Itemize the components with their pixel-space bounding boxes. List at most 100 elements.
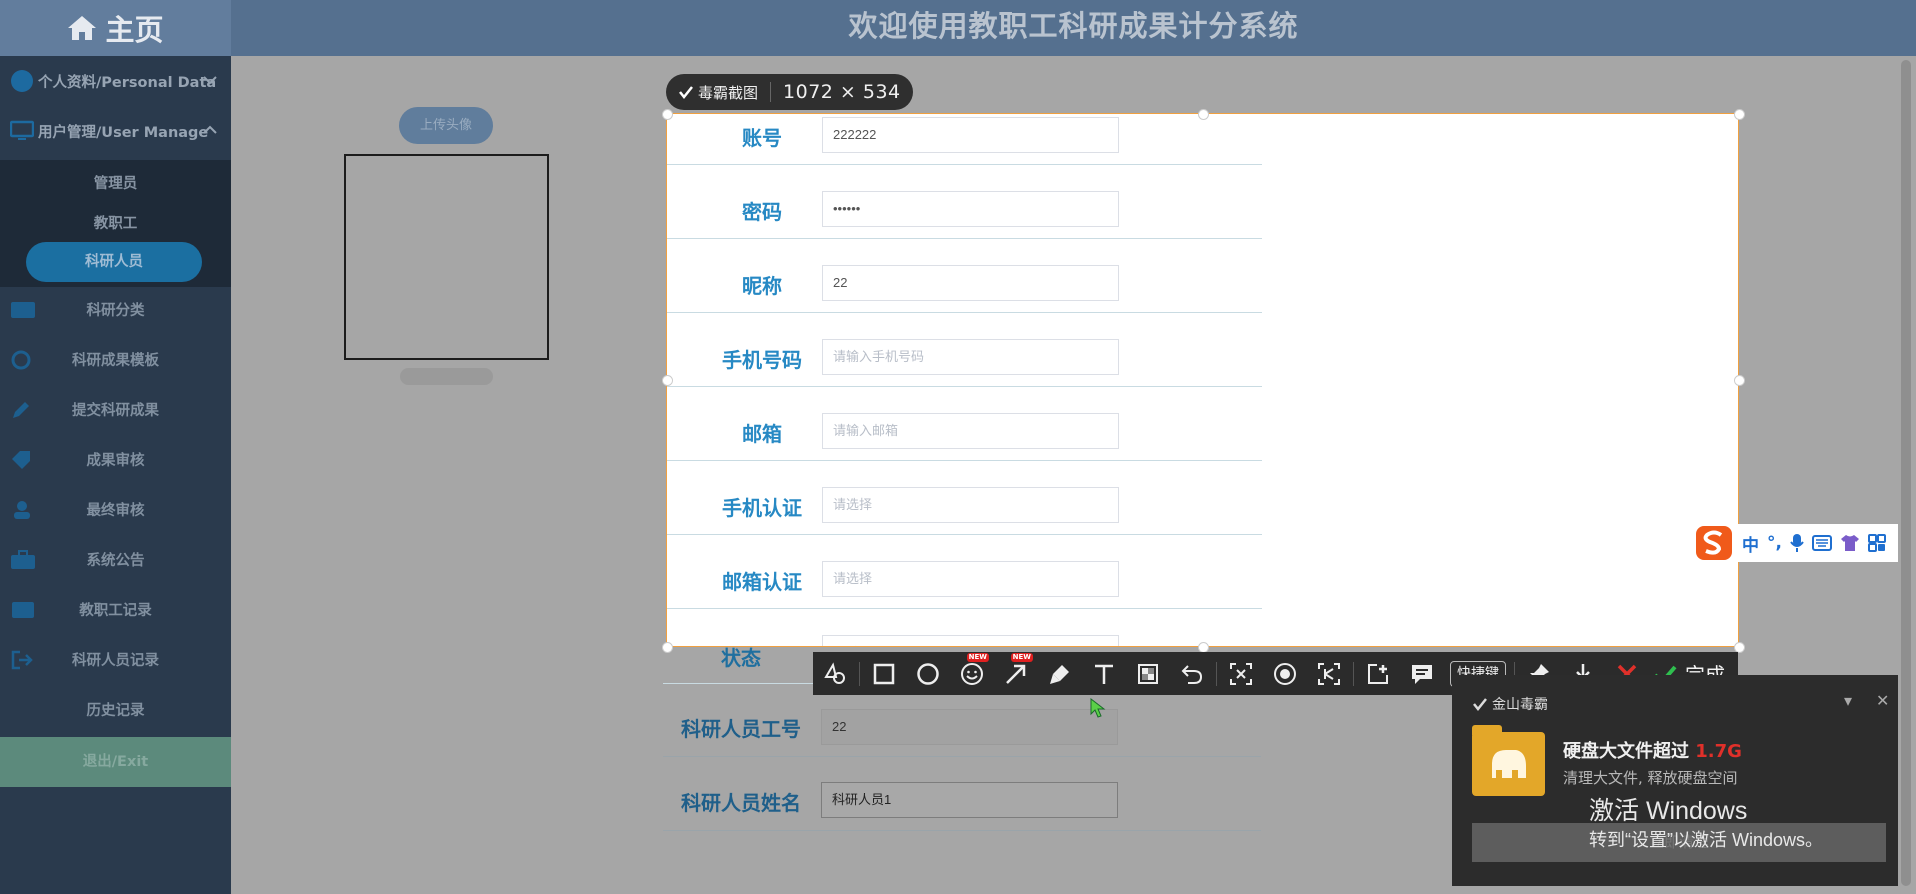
skin-icon[interactable] [1840,534,1860,552]
brush-tool-button[interactable] [1038,652,1082,695]
sidebar-item-exit[interactable]: 退出/Exit [0,737,231,787]
long-screenshot-button[interactable] [1307,652,1351,695]
microphone-icon[interactable] [1790,533,1804,553]
emoji-icon [961,662,983,685]
sidebar-item-template[interactable]: 科研成果模板 [0,336,231,386]
account-field[interactable]: 222222 [822,117,1119,153]
chevron-down-icon [203,73,217,89]
submenu-item-staff[interactable]: 教职工 [0,212,231,233]
sidebar-item-review[interactable]: 成果审核 [0,436,231,486]
row-divider [667,534,1262,535]
sidebar-item-history[interactable]: 历史记录 [0,686,231,736]
undo-icon [1181,664,1203,684]
id-card-icon [10,299,36,321]
researcher-id-field[interactable]: 22 [821,709,1118,745]
sidebar-personal-data-label: 个人资料/Personal Data [38,74,217,91]
sidebar-item-submit[interactable]: 提交科研成果 [0,386,231,436]
status-select[interactable]: 正常 [822,635,1119,646]
resize-handle[interactable] [1198,109,1209,120]
folder-icon [1472,725,1545,796]
keyboard-icon[interactable] [1811,535,1832,551]
sidebar-item-researcher-records[interactable]: 科研人员记录 [0,636,231,686]
sidebar-item-announcement[interactable]: 系统公告 [0,536,231,586]
ocr-icon [1230,662,1252,685]
shape-icon [824,661,845,684]
duba-logo-icon [1473,698,1487,712]
sidebar-item-label: 系统公告 [86,553,145,569]
phone-verify-select[interactable]: 请选择 [822,487,1119,523]
sidebar-item-label: 提交科研成果 [72,403,159,419]
toolbox-icon[interactable] [1867,534,1886,552]
ocr-button[interactable] [1219,652,1263,695]
upload-avatar-button[interactable]: 上传头像 [399,107,493,144]
notification-title: 金山毒霸 [1472,694,1548,714]
mosaic-tool-button[interactable] [1126,652,1170,695]
email-verify-select[interactable]: 请选择 [822,561,1119,597]
label-phone-verify: 手机认证 [722,496,802,520]
submenu-item-researcher[interactable]: 科研人员 [26,242,202,282]
text-tool-button[interactable] [1082,652,1126,695]
sidebar-item-category[interactable]: 科研分类 [0,286,231,336]
windows-activation-title: 激活 Windows [1589,797,1748,825]
duba-notification: 金山毒霸 ▾ ✕ 硬盘大文件超过 1.7G 清理大文件, 释放硬盘空间 立即清理 [1452,675,1906,886]
row-divider [667,312,1262,313]
label-researcher-name: 科研人员姓名 [681,791,801,815]
researcher-name-field[interactable]: 科研人员1 [821,782,1118,818]
resize-handle[interactable] [662,642,673,653]
submenu-item-admin[interactable]: 管理员 [0,172,231,193]
rectangle-tool-button[interactable] [862,652,906,695]
ime-mode[interactable]: 中 [1742,531,1759,556]
phone-field[interactable]: 请输入手机号码 [822,339,1119,375]
label-password: 密码 [742,200,782,224]
ellipse-tool-button[interactable] [906,652,950,695]
sign-out-icon [10,649,34,671]
password-field[interactable]: •••••• [822,191,1119,227]
emoji-tool-button[interactable]: NEW [950,652,994,695]
record-icon [1274,662,1296,685]
row-divider [667,608,1262,609]
divider [770,82,772,102]
sidebar-user-manage[interactable]: 用户管理/User Manage [0,106,231,156]
sidebar-personal-data[interactable]: 个人资料/Personal Data [0,56,231,106]
notification-headline: 硬盘大文件超过 1.7G [1563,737,1742,763]
notification-headline-text: 硬盘大文件超过 [1563,741,1689,762]
pin-image-button[interactable] [1356,652,1400,695]
ime-punctuation[interactable]: °, [1767,533,1782,553]
long-screenshot-icon [1318,662,1340,685]
arrow-tool-button[interactable]: NEW [994,652,1038,695]
avatar-hidden-button [400,368,493,385]
mosaic-icon [1138,663,1158,684]
resize-handle[interactable] [1734,375,1745,386]
nickname-field[interactable]: 22 [822,265,1119,301]
sidebar-item-label: 成果审核 [86,453,145,469]
sogou-logo-icon[interactable] [1694,524,1734,562]
scrollbar-thumb[interactable] [1901,60,1911,886]
capture-selection[interactable]: 账号 222222 密码 •••••• 昵称 22 手机号码 请输入手机号码 邮… [666,113,1739,647]
capture-size-badge: 毒霸截图 1072 × 534 [666,74,913,110]
ellipse-icon [917,662,939,685]
shape-tool-button[interactable] [813,652,857,695]
resize-handle[interactable] [662,375,673,386]
record-button[interactable] [1263,652,1307,695]
text-icon [1095,664,1113,684]
row-divider [667,164,1262,165]
users-icon [10,499,34,521]
email-field[interactable]: 请输入邮箱 [822,413,1119,449]
add-image-icon [1368,663,1388,684]
sidebar-item-final-review[interactable]: 最终审核 [0,486,231,536]
top-bar: 主页 欢迎使用教职工科研成果计分系统 [0,0,1916,56]
close-icon[interactable]: ✕ [1876,691,1889,710]
label-email-verify: 邮箱认证 [722,570,802,594]
resize-handle[interactable] [662,109,673,120]
label-nickname: 昵称 [742,274,782,298]
menu-icon[interactable]: ▾ [1844,691,1852,710]
avatar [344,154,549,360]
home-button[interactable]: 主页 [0,0,231,56]
label-researcher-id: 科研人员工号 [681,717,801,741]
sidebar-item-staff-records[interactable]: 教职工记录 [0,586,231,636]
undo-button[interactable] [1170,652,1214,695]
book-icon [10,599,36,621]
comment-button[interactable] [1400,652,1444,695]
arrow-icon [1006,664,1026,684]
resize-handle[interactable] [1734,109,1745,120]
